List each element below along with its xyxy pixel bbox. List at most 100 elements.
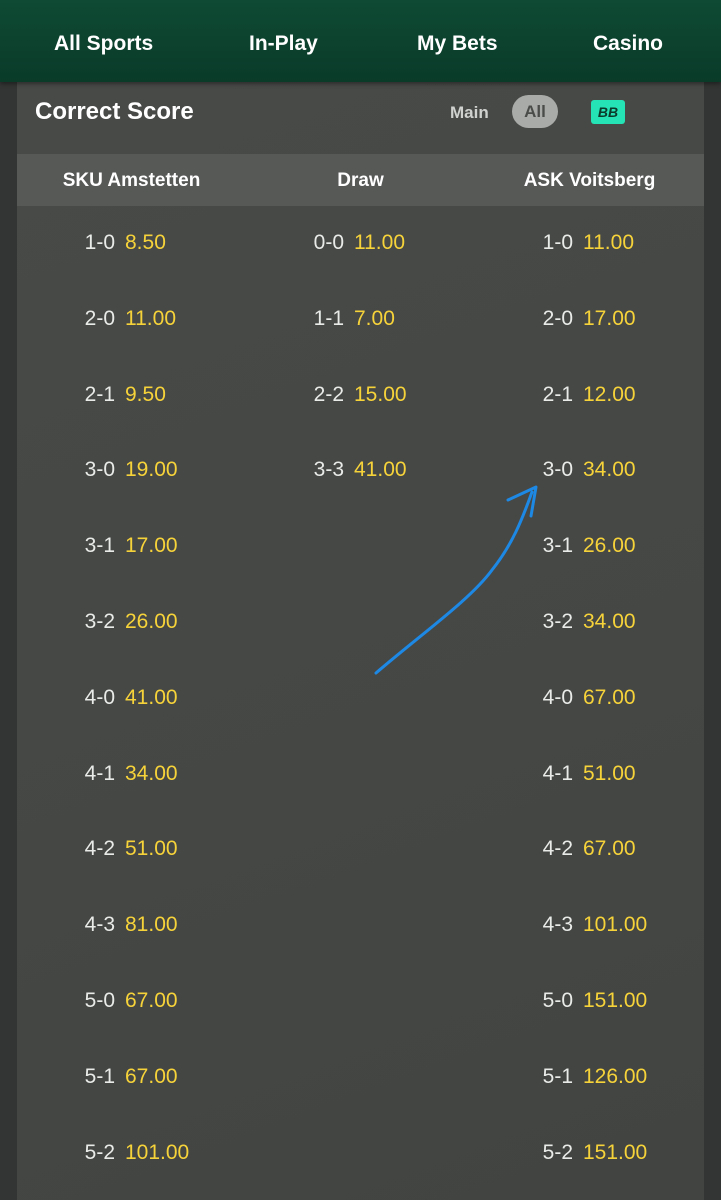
away-odds-cell[interactable]: 5-1 126.00 [475,1062,704,1092]
odds-value: 34.00 [583,458,636,482]
odds-value: 67.00 [125,989,178,1012]
away-odds-cell[interactable]: 3-1 26.00 [475,531,704,561]
odds-value: 11.00 [583,231,634,254]
home-odds-cell[interactable]: 3-1 17.00 [17,531,246,561]
away-odds-cell[interactable]: 4-0 67.00 [475,683,704,713]
tab-my-bets[interactable]: My Bets [417,32,498,56]
odds-value: 26.00 [125,610,178,633]
score-label: 5-1 [542,1064,573,1088]
odds-value: 67.00 [583,837,636,861]
odds-value: 81.00 [125,913,178,937]
odds-value: 151.00 [583,989,648,1012]
score-label: 4-3 [542,913,573,937]
home-odds-cell[interactable]: 5-2 101.00 [17,1138,246,1168]
home-odds-cell[interactable]: 3-2 26.00 [17,607,246,637]
draw-odds-cell[interactable]: 2-2 15.00 [246,380,475,410]
home-odds-cell[interactable]: 4-1 34.00 [17,759,246,789]
home-odds-cell[interactable]: 4-0 41.00 [17,683,246,713]
column-header-home: SKU Amstetten [62,170,201,191]
score-label: 1-0 [84,231,115,254]
home-odds-cell[interactable]: 3-0 19.00 [17,455,246,485]
home-odds-cell[interactable]: 5-1 67.00 [17,1062,246,1092]
odds-value: 41.00 [125,685,178,709]
draw-odds-cell[interactable]: 1-1 7.00 [246,304,475,334]
odds-value: 101.00 [583,913,648,937]
score-label: 2-0 [542,306,573,330]
score-label: 3-1 [84,534,115,558]
score-label: 3-1 [542,534,573,558]
odds-value: 51.00 [583,761,636,785]
score-label: 0-0 [313,231,344,254]
home-odds-cell[interactable]: 4-3 81.00 [17,910,246,940]
away-odds-cell[interactable]: 4-3 101.00 [475,910,704,940]
odds-value: 151.00 [583,1140,648,1164]
filter-all-button[interactable]: All [512,95,558,128]
odds-value: 126.00 [583,1064,648,1088]
tab-in-play[interactable]: In-Play [249,32,318,56]
home-odds-cell[interactable]: 2-0 11.00 [17,304,246,334]
score-label: 4-3 [84,913,115,937]
away-odds-cell[interactable]: 2-1 12.00 [475,380,704,410]
odds-value: 9.50 [125,382,166,406]
tab-casino[interactable]: Casino [593,32,663,56]
score-label: 2-2 [313,382,344,406]
odds-value: 17.00 [583,306,636,330]
home-odds-cell[interactable]: 1-0 8.50 [17,228,246,258]
odds-value: 7.00 [354,306,395,330]
score-label: 2-1 [84,382,115,406]
odds-value: 26.00 [583,534,636,558]
away-odds-cell[interactable]: 4-1 51.00 [475,759,704,789]
home-odds-cell[interactable]: 2-1 9.50 [17,380,246,410]
column-header-draw: Draw [337,170,384,191]
bet-builder-badge[interactable]: BB [591,100,625,124]
away-odds-cell[interactable]: 5-2 151.00 [475,1138,704,1168]
odds-value: 41.00 [354,458,407,482]
score-label: 4-1 [84,761,115,785]
away-odds-cell[interactable]: 3-0 34.00 [475,455,704,485]
score-label: 3-2 [542,610,573,633]
score-label: 4-2 [542,837,573,861]
score-label: 4-0 [542,685,573,709]
odds-value: 34.00 [583,610,636,633]
odds-value: 8.50 [125,231,166,254]
away-odds-cell[interactable]: 2-0 17.00 [475,304,704,334]
odds-value: 19.00 [125,458,178,482]
home-odds-cell[interactable]: 4-2 51.00 [17,834,246,864]
tab-all-sports[interactable]: All Sports [54,32,153,56]
away-odds-cell[interactable]: 5-0 151.00 [475,986,704,1016]
home-odds-cell[interactable]: 5-0 67.00 [17,986,246,1016]
left-gutter [0,82,17,1200]
score-label: 4-2 [84,837,115,861]
score-label: 5-2 [84,1140,115,1164]
odds-value: 12.00 [583,382,636,406]
column-header-row: SKU Amstetten Draw ASK Voitsberg [17,154,704,206]
odds-value: 17.00 [125,534,178,558]
score-label: 3-3 [313,458,344,482]
score-label: 2-0 [84,306,115,330]
score-label: 1-0 [542,231,573,254]
away-odds-cell[interactable]: 3-2 34.00 [475,607,704,637]
odds-value: 51.00 [125,837,178,861]
score-label: 4-0 [84,685,115,709]
top-navigation: All Sports In-Play My Bets Casino [0,0,721,82]
odds-value: 11.00 [354,231,405,254]
odds-value: 67.00 [583,685,636,709]
draw-odds-cell[interactable]: 3-3 41.00 [246,455,475,485]
score-label: 3-0 [84,458,115,482]
odds-value: 67.00 [125,1064,178,1088]
score-label: 5-0 [542,989,573,1012]
away-odds-cell[interactable]: 4-2 67.00 [475,834,704,864]
score-label: 1-1 [313,306,344,330]
score-label: 5-1 [84,1064,115,1088]
score-label: 3-0 [542,458,573,482]
odds-value: 34.00 [125,761,178,785]
correct-score-market: Correct Score Main All BB SKU Amstetten … [17,82,704,1200]
draw-odds-cell[interactable]: 0-0 11.00 [246,228,475,258]
away-odds-cell[interactable]: 1-0 11.00 [475,228,704,258]
score-label: 5-0 [84,989,115,1012]
score-label: 5-2 [542,1140,573,1164]
market-title: Correct Score [35,98,194,125]
score-label: 3-2 [84,610,115,633]
odds-value: 101.00 [125,1140,190,1164]
filter-main-button[interactable]: Main [450,103,489,123]
